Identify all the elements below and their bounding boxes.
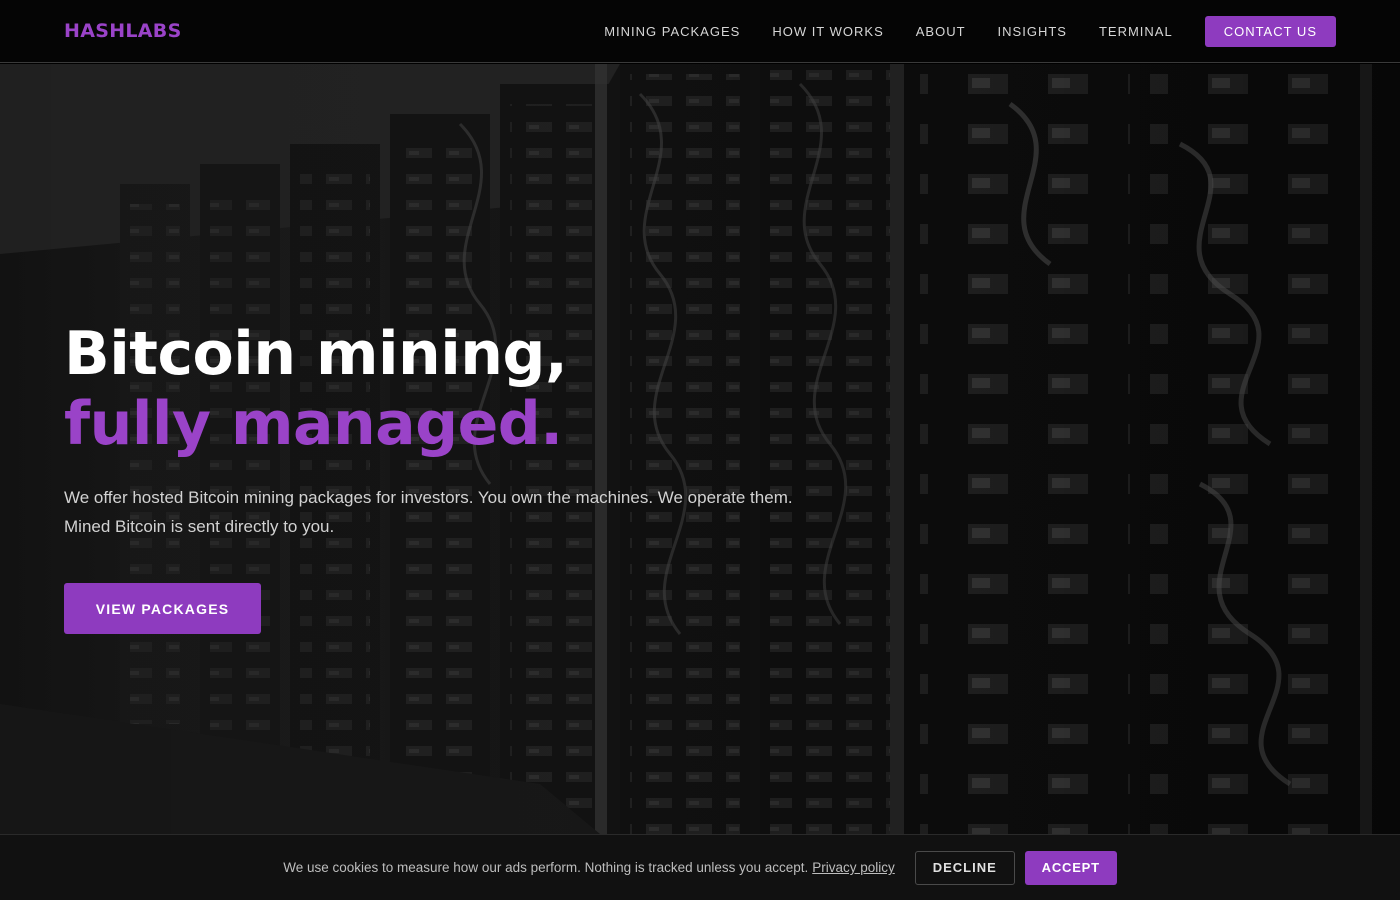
nav-about[interactable]: ABOUT: [916, 24, 966, 39]
main-nav: MINING PACKAGES HOW IT WORKS ABOUT INSIG…: [604, 15, 1336, 47]
hero-content: Bitcoin mining, fully managed. We offer …: [64, 319, 824, 634]
hero-section: Bitcoin mining, fully managed. We offer …: [0, 64, 1400, 834]
nav-how-it-works[interactable]: HOW IT WORKS: [772, 24, 883, 39]
nav-mining-packages[interactable]: MINING PACKAGES: [604, 24, 740, 39]
cookie-banner: We use cookies to measure how our ads pe…: [0, 834, 1400, 900]
hero-subtitle: We offer hosted Bitcoin mining packages …: [64, 488, 793, 536]
hero-title-line1: Bitcoin mining,: [64, 319, 568, 389]
cookie-text: We use cookies to measure how our ads pe…: [283, 860, 809, 875]
logo[interactable]: HASHLABS: [64, 20, 182, 42]
site-header: HASHLABS MINING PACKAGES HOW IT WORKS AB…: [0, 0, 1400, 63]
nav-insights[interactable]: INSIGHTS: [998, 24, 1067, 39]
nav-terminal[interactable]: TERMINAL: [1099, 24, 1173, 39]
view-packages-button[interactable]: VIEW PACKAGES: [64, 583, 261, 634]
accept-button[interactable]: ACCEPT: [1024, 850, 1117, 885]
decline-button[interactable]: DECLINE: [914, 850, 1015, 885]
hero-title: Bitcoin mining, fully managed.: [64, 319, 824, 459]
hero-title-line2: fully managed.: [64, 389, 563, 459]
privacy-policy-link[interactable]: Privacy policy: [812, 860, 895, 875]
contact-us-button[interactable]: CONTACT US: [1204, 15, 1336, 47]
